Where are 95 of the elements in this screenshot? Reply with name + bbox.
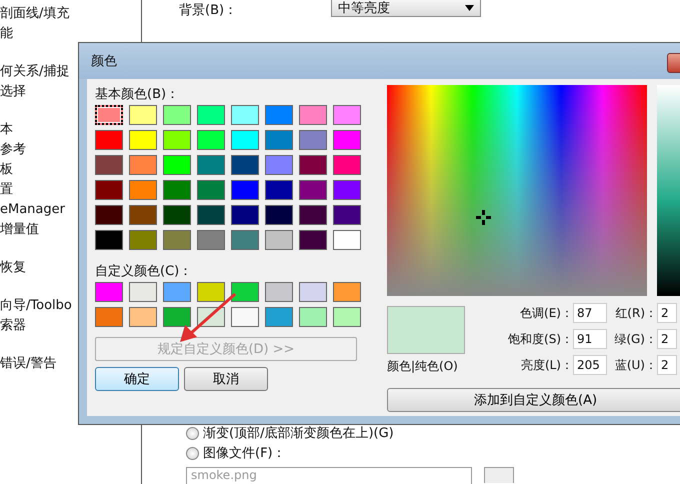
color-swatch[interactable] [333, 230, 361, 250]
color-swatch[interactable] [299, 130, 327, 150]
color-swatch[interactable] [265, 180, 293, 200]
color-swatch[interactable] [129, 307, 157, 327]
radio-label: 渐变(顶部/底部渐变颜色在上)(G) [203, 425, 394, 442]
value-field[interactable]: 91 [573, 329, 607, 349]
color-swatch[interactable] [95, 180, 123, 200]
color-swatch[interactable] [163, 130, 191, 150]
color-swatch[interactable] [299, 105, 327, 125]
color-swatch[interactable] [197, 130, 225, 150]
color-swatch[interactable] [231, 230, 259, 250]
color-swatch[interactable] [95, 307, 123, 327]
browse-button[interactable] [484, 467, 514, 483]
color-swatch[interactable] [129, 180, 157, 200]
color-swatch[interactable] [265, 130, 293, 150]
color-swatch[interactable] [231, 282, 259, 302]
value-field[interactable]: 2 [657, 303, 677, 323]
color-swatch[interactable] [265, 205, 293, 225]
radio-label: 图像文件(F)： [203, 445, 286, 462]
color-swatch[interactable] [197, 205, 225, 225]
field-label: 绿(G)： [613, 330, 657, 348]
color-swatch[interactable] [163, 105, 191, 125]
color-swatch[interactable] [333, 307, 361, 327]
ok-button[interactable]: 确定 [95, 367, 179, 391]
color-swatch[interactable] [231, 205, 259, 225]
value-field[interactable]: 2 [657, 329, 677, 349]
color-swatch[interactable] [333, 180, 361, 200]
color-swatch[interactable] [299, 205, 327, 225]
color-swatch[interactable] [333, 155, 361, 175]
color-swatch[interactable] [231, 155, 259, 175]
color-swatch[interactable] [231, 105, 259, 125]
color-swatch[interactable] [197, 155, 225, 175]
field-label: 亮度(L)： [520, 356, 573, 374]
color-swatch[interactable] [231, 130, 259, 150]
color-swatch[interactable] [265, 230, 293, 250]
color-swatch[interactable] [95, 105, 123, 125]
color-swatch[interactable] [163, 307, 191, 327]
sidebar-item[interactable]: 剖面线/填充 [0, 4, 141, 24]
color-swatch[interactable] [265, 307, 293, 327]
value-field[interactable]: 87 [573, 303, 607, 323]
color-swatch[interactable] [265, 282, 293, 302]
add-to-custom-colors-button[interactable]: 添加到自定义颜色(A) [387, 388, 680, 412]
crosshair-icon[interactable] [476, 210, 491, 225]
color-swatch[interactable] [163, 282, 191, 302]
value-field[interactable]: 2 [657, 355, 677, 375]
color-swatch[interactable] [299, 230, 327, 250]
color-swatch[interactable] [163, 230, 191, 250]
color-swatch[interactable] [129, 105, 157, 125]
basic-colors-label: 基本颜色(B)： [95, 86, 180, 103]
caret-icon [465, 5, 474, 11]
preview-label: 颜色|纯色(O) [387, 358, 459, 375]
background-dropdown[interactable]: 中等亮度 [331, 0, 481, 17]
color-swatch[interactable] [95, 155, 123, 175]
color-swatch[interactable] [163, 180, 191, 200]
background-label: 背景(B)： [179, 2, 238, 19]
color-swatch[interactable] [265, 105, 293, 125]
color-swatch[interactable] [197, 282, 225, 302]
radio-button[interactable] [186, 446, 199, 460]
cancel-button[interactable]: 取消 [184, 367, 268, 391]
color-swatch[interactable] [95, 130, 123, 150]
color-swatch[interactable] [197, 105, 225, 125]
field-label: 色调(E)： [519, 304, 573, 322]
color-swatch[interactable] [197, 230, 225, 250]
color-swatch[interactable] [265, 155, 293, 175]
field-label: 红(R)： [614, 304, 657, 322]
color-swatch[interactable] [299, 282, 327, 302]
color-swatch[interactable] [299, 180, 327, 200]
field-label: 饱和度(S)： [507, 330, 573, 348]
color-swatch[interactable] [333, 130, 361, 150]
color-swatch[interactable] [163, 155, 191, 175]
color-swatch[interactable] [299, 307, 327, 327]
annotation-arrow [178, 292, 238, 344]
color-swatch[interactable] [129, 230, 157, 250]
color-swatch[interactable] [95, 230, 123, 250]
color-swatch[interactable] [95, 205, 123, 225]
sidebar-item[interactable]: 能 [0, 24, 141, 44]
color-swatch[interactable] [333, 205, 361, 225]
color-swatch[interactable] [333, 282, 361, 302]
field-label: 蓝(U)： [614, 356, 657, 374]
color-swatch[interactable] [129, 130, 157, 150]
color-swatch[interactable] [197, 180, 225, 200]
color-swatch[interactable] [231, 307, 259, 327]
radio-button[interactable] [186, 426, 199, 440]
color-spectrum[interactable] [387, 85, 647, 296]
color-swatch[interactable] [231, 180, 259, 200]
color-swatch[interactable] [333, 105, 361, 125]
value-field[interactable]: 205 [573, 355, 607, 375]
color-swatch[interactable] [163, 205, 191, 225]
custom-colors-label: 自定义颜色(C)： [95, 263, 194, 280]
color-swatch[interactable] [129, 205, 157, 225]
color-swatch[interactable] [299, 155, 327, 175]
color-swatch[interactable] [129, 155, 157, 175]
window-title: 颜色 [91, 53, 117, 70]
color-swatch[interactable] [129, 282, 157, 302]
color-swatch[interactable] [95, 282, 123, 302]
